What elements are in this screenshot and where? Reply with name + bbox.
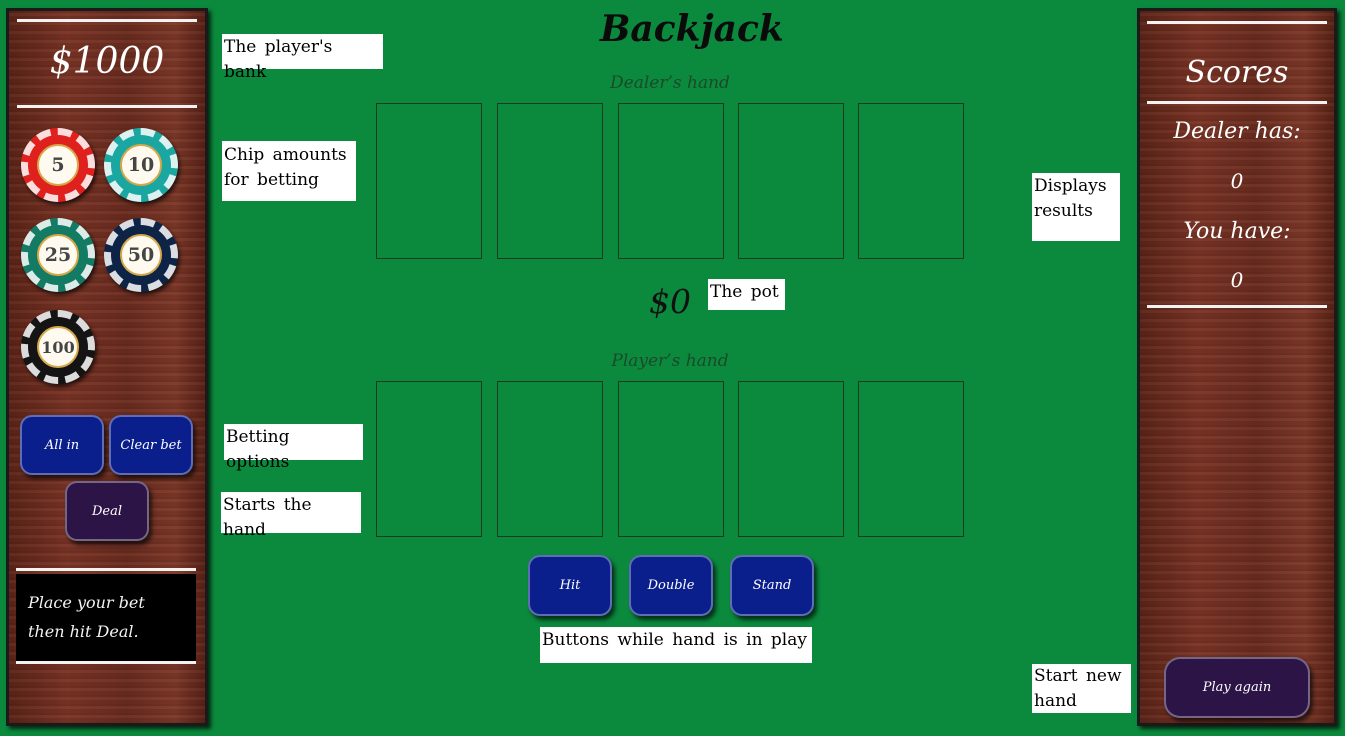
annotation-results-line1: Displays — [1034, 176, 1107, 196]
dealer-score: 0 — [1230, 169, 1244, 193]
player-card-slot — [738, 381, 844, 537]
annotation-chips-line1: Chip amounts — [224, 145, 347, 165]
chip-5[interactable]: 5 — [21, 128, 95, 202]
divider — [1147, 101, 1327, 104]
divider — [17, 19, 197, 22]
annotation-new-hand-line1: Start new — [1034, 666, 1122, 686]
annotation-chips-line2: for betting — [224, 170, 319, 190]
you-have-label: You have: — [1183, 219, 1291, 244]
dealer-hand-label: Dealer’s hand — [610, 73, 730, 93]
dealer-card-slot — [858, 103, 964, 259]
annotation-pot: The pot — [708, 279, 785, 310]
pot-amount: $0 — [649, 282, 691, 321]
annotation-betting: Betting options — [224, 424, 363, 472]
game-title: Backjack — [600, 8, 784, 50]
divider — [16, 661, 196, 664]
chip-10[interactable]: 10 — [104, 128, 178, 202]
divider — [1147, 305, 1327, 308]
chip-50[interactable]: 50 — [104, 218, 178, 292]
chip-100[interactable]: 100 — [21, 310, 95, 384]
player-score: 0 — [1230, 268, 1244, 292]
clear-bet-button[interactable]: Clear bet — [109, 415, 193, 475]
play-again-button[interactable]: Play again — [1164, 657, 1310, 718]
deal-button[interactable]: Deal — [65, 481, 149, 541]
divider — [1147, 21, 1327, 24]
dealer-card-slot — [497, 103, 603, 259]
player-card-slot — [858, 381, 964, 537]
player-hand-label: Player’s hand — [611, 351, 729, 371]
annotation-starts: Starts the hand — [221, 492, 361, 540]
player-card-slot — [376, 381, 482, 537]
dealer-has-label: Dealer has: — [1173, 119, 1301, 144]
dealer-card-slot — [618, 103, 724, 259]
chip-25-value: 25 — [37, 234, 79, 276]
dealer-card-slot — [738, 103, 844, 259]
divider — [16, 568, 196, 571]
chip-25[interactable]: 25 — [21, 218, 95, 292]
dealer-card-slot — [376, 103, 482, 259]
annotation-chips: Chip amounts for betting — [222, 141, 356, 201]
divider — [17, 105, 197, 108]
double-button[interactable]: Double — [629, 555, 713, 616]
left-panel: $1000 5 10 25 50 100 All in Clear bet De… — [6, 8, 208, 726]
chip-5-value: 5 — [37, 144, 79, 186]
player-bank: $1000 — [49, 41, 165, 82]
hit-button[interactable]: Hit — [528, 555, 612, 616]
all-in-button[interactable]: All in — [20, 415, 104, 475]
player-card-slot — [618, 381, 724, 537]
chip-100-value: 100 — [37, 326, 79, 368]
annotation-new-hand-line2: hand — [1034, 691, 1077, 711]
annotation-new-hand: Start new hand — [1032, 664, 1131, 713]
chip-10-value: 10 — [120, 144, 162, 186]
scores-panel: Scores Dealer has: 0 You have: 0 Play ag… — [1137, 8, 1337, 726]
annotation-results: Displays results — [1032, 173, 1120, 241]
stand-button[interactable]: Stand — [730, 555, 814, 616]
message-box: Place your bet then hit Deal. — [16, 574, 196, 662]
annotation-results-line2: results — [1034, 201, 1093, 221]
player-card-slot — [497, 381, 603, 537]
chip-50-value: 50 — [120, 234, 162, 276]
scores-title: Scores — [1185, 55, 1289, 90]
annotation-bank: The player's bank — [222, 34, 383, 82]
annotation-play-buttons: Buttons while hand is in play — [540, 627, 812, 663]
